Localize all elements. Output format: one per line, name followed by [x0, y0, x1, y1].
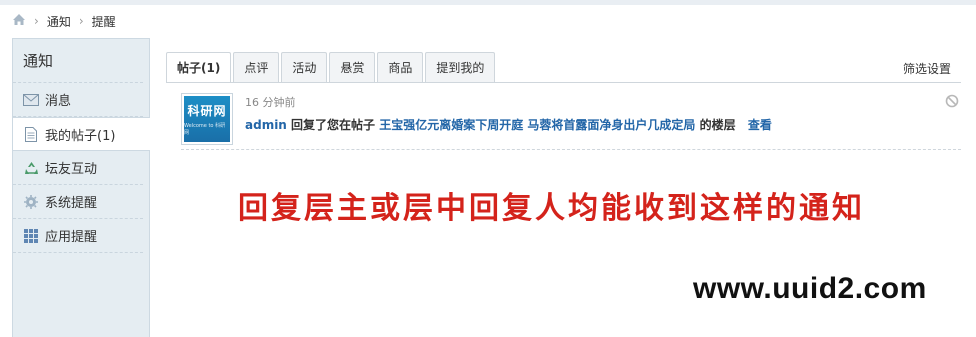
sidebar-item-my-posts[interactable]: 我的帖子(1)	[13, 117, 150, 151]
notice-user-link[interactable]: admin	[245, 118, 287, 132]
sidebar-item-interaction[interactable]: 坛友互动	[13, 151, 143, 185]
envelope-icon	[23, 92, 39, 108]
tab-mentions[interactable]: 提到我的	[425, 52, 496, 82]
notice-suffix: 的楼层	[699, 118, 736, 132]
ignore-icon[interactable]	[945, 94, 959, 108]
sidebar-item-label: 消息	[45, 94, 72, 109]
sidebar: 通知 消息 我的帖子(1) 坛友互动 系统提醒 应用提醒	[12, 38, 150, 337]
breadcrumb: › 通知 › 提醒	[12, 12, 116, 30]
tab-underline	[166, 82, 961, 83]
home-icon[interactable]	[12, 13, 26, 29]
avatar-logo-text: 科研网	[187, 104, 227, 118]
annotation-text: 回复层主或层中回复人均能收到这样的通知	[238, 191, 865, 226]
gear-icon	[23, 194, 39, 210]
watermark-text: www.uuid2.com	[693, 272, 927, 305]
notice-text: admin 回复了您在帖子 王宝强亿元离婚案下周开庭 马蓉将首露面净身出户几成定…	[245, 116, 772, 133]
notice-view-link[interactable]: 查看	[748, 118, 772, 132]
sidebar-item-apps[interactable]: 应用提醒	[13, 219, 143, 253]
tab-goods[interactable]: 商品	[377, 52, 424, 82]
breadcrumb-separator: ›	[34, 14, 39, 28]
recycle-icon	[23, 160, 39, 176]
sidebar-item-label: 坛友互动	[45, 162, 98, 177]
sidebar-item-label: 应用提醒	[45, 230, 98, 245]
grid-icon	[23, 228, 39, 244]
document-icon	[23, 126, 39, 142]
sidebar-item-system[interactable]: 系统提醒	[13, 185, 143, 219]
sidebar-title: 通知	[13, 39, 143, 83]
avatar-logo: 科研网 Welcome to 科研网	[184, 96, 230, 142]
sidebar-item-label: 我的帖子(1)	[45, 128, 116, 144]
sidebar-item-messages[interactable]: 消息	[13, 83, 143, 117]
tab-reward[interactable]: 悬赏	[329, 52, 376, 82]
sidebar-item-label: 系统提醒	[45, 196, 98, 211]
tab-posts[interactable]: 帖子(1)	[166, 52, 232, 83]
breadcrumb-item-notice[interactable]: 通知	[47, 13, 71, 30]
breadcrumb-item-reminder[interactable]: 提醒	[92, 13, 116, 30]
tab-comments[interactable]: 点评	[233, 52, 280, 82]
notice-action: 回复了您在帖子	[291, 118, 376, 132]
notice-post-link[interactable]: 王宝强亿元离婚案下周开庭 马蓉将首露面净身出户几成定局	[379, 118, 695, 132]
filter-settings-link[interactable]: 筛选设置	[903, 60, 951, 77]
avatar[interactable]: 科研网 Welcome to 科研网	[181, 93, 233, 145]
notice-item: 科研网 Welcome to 科研网 16 分钟前 admin 回复了您在帖子 …	[181, 90, 961, 150]
notice-time: 16 分钟前	[245, 96, 296, 109]
avatar-logo-subtext: Welcome to 科研网	[184, 123, 226, 136]
breadcrumb-separator: ›	[78, 14, 84, 28]
top-strip	[0, 0, 976, 5]
tab-bar: 帖子(1) 点评 活动 悬赏 商品 提到我的	[166, 52, 496, 83]
tab-activity[interactable]: 活动	[281, 52, 328, 82]
